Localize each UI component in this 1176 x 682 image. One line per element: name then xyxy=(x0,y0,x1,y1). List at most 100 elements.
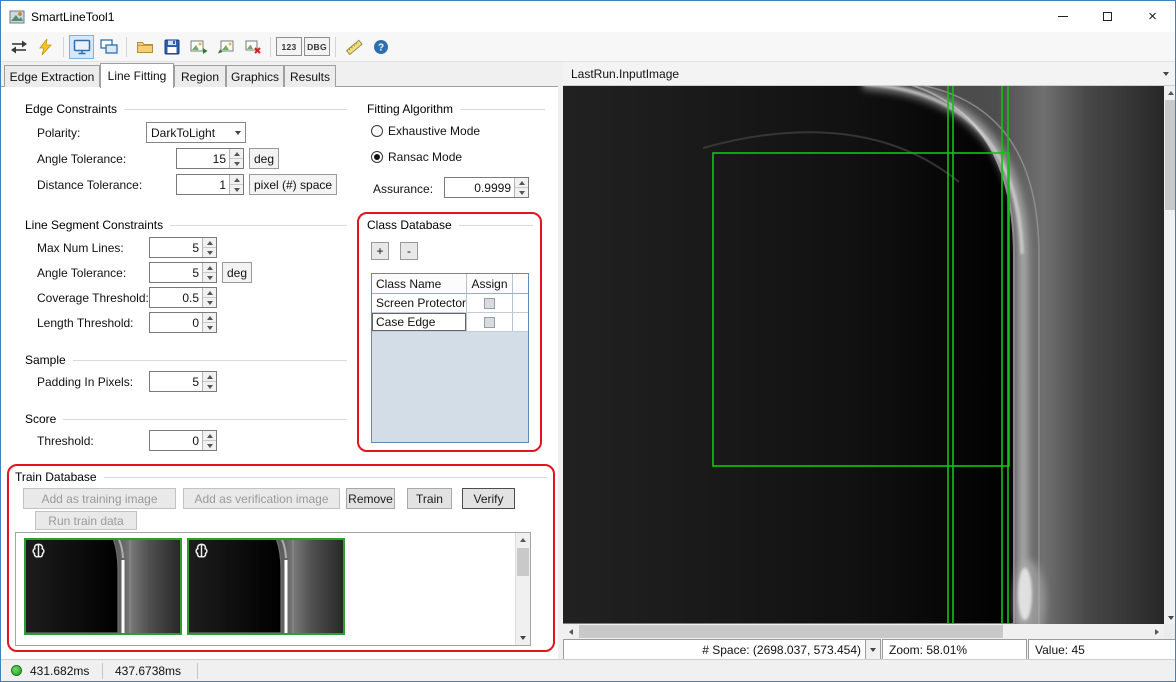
debug-button[interactable]: DBG xyxy=(304,37,330,56)
record-image-icon[interactable] xyxy=(240,35,265,59)
col-assign[interactable]: Assign xyxy=(467,274,513,293)
run-train-data-button[interactable]: Run train data xyxy=(35,511,137,530)
score-threshold-label: Threshold: xyxy=(37,434,94,448)
scroll-right-icon[interactable] xyxy=(1149,624,1164,639)
spin-up-icon[interactable] xyxy=(203,372,216,381)
spin-up-icon[interactable] xyxy=(203,313,216,322)
image-viewer-panel: LastRun.InputImage xyxy=(563,62,1176,659)
scroll-thumb[interactable] xyxy=(517,548,529,576)
segment-angle-tolerance-label: Angle Tolerance: xyxy=(37,266,126,280)
score-threshold-input[interactable]: 0 xyxy=(149,430,217,451)
angle-tolerance-input[interactable]: 15 xyxy=(176,148,244,169)
tab-graphics[interactable]: Graphics xyxy=(226,65,284,87)
inspection-image[interactable] xyxy=(563,86,1164,624)
viewer-header[interactable]: LastRun.InputImage xyxy=(563,62,1176,86)
statusbar-separator xyxy=(197,663,198,679)
show-image-copy-icon[interactable] xyxy=(96,35,121,59)
class-remove-button[interactable]: - xyxy=(400,242,418,260)
radio-exhaustive-mode[interactable]: Exhaustive Mode xyxy=(371,124,480,138)
scroll-up-icon[interactable] xyxy=(1164,86,1176,99)
scroll-thumb[interactable] xyxy=(579,625,1003,638)
polarity-dropdown[interactable]: DarkToLight xyxy=(146,122,246,143)
show-image-icon[interactable] xyxy=(69,35,94,59)
export-image-icon[interactable] xyxy=(186,35,211,59)
spin-up-icon[interactable] xyxy=(230,175,243,184)
max-num-lines-input[interactable]: 5 xyxy=(149,237,217,258)
spin-down-icon[interactable] xyxy=(515,187,528,197)
close-button[interactable]: × xyxy=(1130,1,1175,32)
scroll-down-icon[interactable] xyxy=(1164,611,1176,624)
spin-down-icon[interactable] xyxy=(230,158,243,168)
spin-down-icon[interactable] xyxy=(203,247,216,257)
spin-down-icon[interactable] xyxy=(203,272,216,282)
collapse-chevron-icon[interactable] xyxy=(1163,72,1169,76)
spin-down-icon[interactable] xyxy=(203,381,216,391)
assurance-label: Assurance: xyxy=(373,182,433,196)
spin-up-icon[interactable] xyxy=(515,178,528,187)
assign-checkbox[interactable] xyxy=(484,298,495,309)
spin-up-icon[interactable] xyxy=(230,149,243,158)
viewer-horizontal-scrollbar[interactable] xyxy=(563,624,1164,639)
space-combo-chevron-icon[interactable] xyxy=(865,640,880,660)
tab-results[interactable]: Results xyxy=(284,65,336,87)
class-row[interactable]: Screen Protector xyxy=(372,294,528,313)
distance-tolerance-unit: pixel (#) space xyxy=(249,174,337,195)
spin-down-icon[interactable] xyxy=(203,322,216,332)
distance-tolerance-input[interactable]: 1 xyxy=(176,174,244,195)
maximize-button[interactable] xyxy=(1085,1,1130,32)
tab-edge-extraction[interactable]: Edge Extraction xyxy=(4,65,100,87)
train-thumbnail[interactable] xyxy=(24,538,182,635)
train-list-scrollbar[interactable] xyxy=(515,533,530,645)
verify-button[interactable]: Verify xyxy=(462,488,515,509)
padding-in-pixels-label: Padding In Pixels: xyxy=(37,375,133,389)
scroll-up-icon[interactable] xyxy=(516,533,530,547)
spin-up-icon[interactable] xyxy=(203,238,216,247)
scroll-down-icon[interactable] xyxy=(516,631,530,645)
col-class-name[interactable]: Class Name xyxy=(372,274,467,293)
save-file-icon[interactable] xyxy=(159,35,184,59)
numeric-display-button[interactable]: 123 xyxy=(276,37,302,56)
scroll-thumb[interactable] xyxy=(1165,100,1176,210)
run-loop-icon[interactable] xyxy=(6,35,31,59)
open-file-icon[interactable] xyxy=(132,35,157,59)
class-add-button[interactable]: + xyxy=(371,242,389,260)
add-verification-image-button[interactable]: Add as verification image xyxy=(183,488,340,509)
radio-ransac-mode[interactable]: Ransac Mode xyxy=(371,150,462,164)
train-thumbnail[interactable] xyxy=(187,538,345,635)
close-icon: × xyxy=(1148,9,1157,24)
class-row[interactable]: Case Edge xyxy=(372,313,528,332)
run-once-lightning-icon[interactable] xyxy=(33,35,58,59)
spin-down-icon[interactable] xyxy=(203,297,216,307)
add-training-image-button[interactable]: Add as training image xyxy=(23,488,176,509)
remove-button[interactable]: Remove xyxy=(346,488,395,509)
polarity-label: Polarity: xyxy=(37,126,80,140)
spin-down-icon[interactable] xyxy=(203,440,216,450)
assurance-input[interactable]: 0.9999 xyxy=(444,177,529,198)
angle-tolerance-unit: deg xyxy=(249,148,279,169)
score-group-title: Score xyxy=(25,412,347,426)
coverage-threshold-input[interactable]: 0.5 xyxy=(149,287,217,308)
space-combobox[interactable]: # Space: (2698.037, 573.454) xyxy=(563,639,881,661)
padding-in-pixels-input[interactable]: 5 xyxy=(149,371,217,392)
train-database-group-title: Train Database xyxy=(15,470,547,484)
length-threshold-input[interactable]: 0 xyxy=(149,312,217,333)
train-button[interactable]: Train xyxy=(407,488,452,509)
spin-up-icon[interactable] xyxy=(203,431,216,440)
help-icon[interactable]: ? xyxy=(368,35,393,59)
max-num-lines-label: Max Num Lines: xyxy=(37,241,124,255)
assign-checkbox[interactable] xyxy=(484,317,495,328)
segment-angle-tolerance-input[interactable]: 5 xyxy=(149,262,217,283)
space-readout: # Space: (2698.037, 573.454) xyxy=(702,643,861,657)
import-image-icon[interactable] xyxy=(213,35,238,59)
viewer-vertical-scrollbar[interactable] xyxy=(1164,86,1176,624)
toolbar: 123 DBG ? xyxy=(1,32,1175,62)
spin-up-icon[interactable] xyxy=(203,263,216,272)
tab-line-fitting[interactable]: Line Fitting xyxy=(100,63,174,88)
spin-down-icon[interactable] xyxy=(230,184,243,194)
spin-up-icon[interactable] xyxy=(203,288,216,297)
tab-region[interactable]: Region xyxy=(174,65,226,87)
image-canvas[interactable] xyxy=(563,86,1164,624)
scroll-left-icon[interactable] xyxy=(563,624,578,639)
measure-ruler-icon[interactable] xyxy=(341,35,366,59)
minimize-button[interactable] xyxy=(1040,1,1085,32)
